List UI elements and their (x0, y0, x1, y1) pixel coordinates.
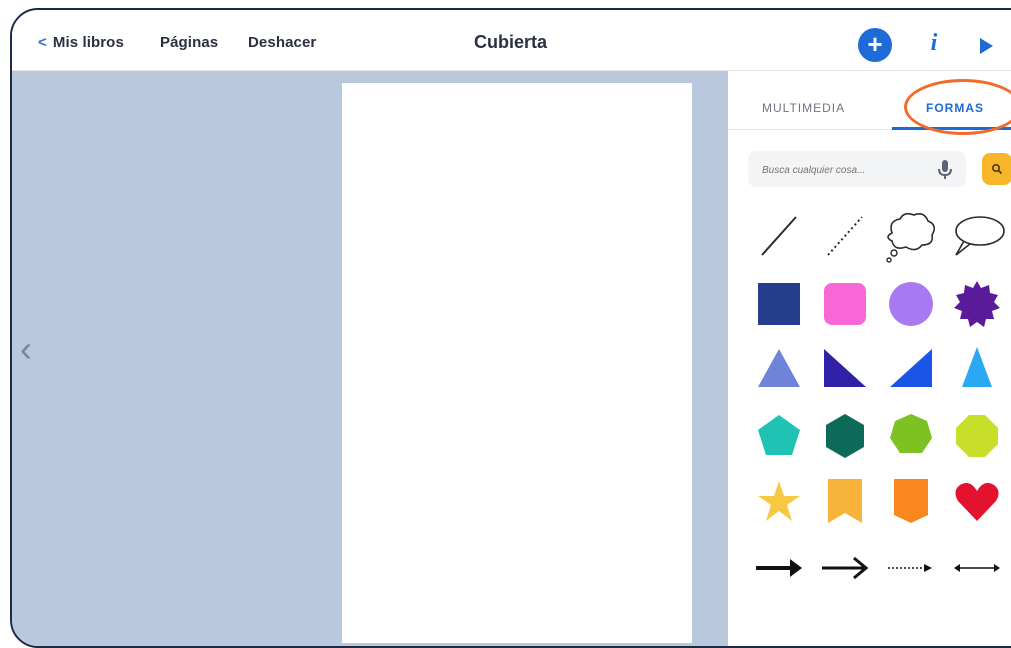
speech-bubble-shape[interactable] (946, 207, 1008, 269)
dotted-arrow-shape[interactable] (880, 537, 942, 599)
back-label: Mis libros (52, 34, 124, 51)
info-icon[interactable]: i (924, 30, 944, 60)
tab-multimedia[interactable]: MULTIMEDIA (762, 101, 845, 115)
undo-button[interactable]: Deshacer (248, 34, 316, 51)
double-arrow-shape[interactable] (946, 537, 1008, 599)
pages-button[interactable]: Páginas (160, 34, 218, 51)
star-shape[interactable] (748, 471, 810, 533)
microphone-icon[interactable] (936, 159, 954, 181)
page-canvas[interactable] (342, 83, 692, 643)
hexagon-shape[interactable] (814, 405, 876, 467)
thin-arrow-shape[interactable] (814, 537, 876, 599)
search-box (748, 151, 966, 187)
line-shape[interactable] (748, 207, 810, 269)
heart-shape[interactable] (946, 471, 1008, 533)
chevron-left-icon: < (38, 34, 47, 51)
badge-shape[interactable] (946, 273, 1008, 335)
circle-shape[interactable] (880, 273, 942, 335)
bookmark-shape[interactable] (814, 471, 876, 533)
top-bar: < Mis libros Páginas Deshacer Cubierta + … (12, 10, 1011, 71)
side-panel: MULTIMEDIA FORMAS (728, 71, 1011, 646)
search-icon (991, 163, 1003, 175)
right-triangle-shape[interactable] (814, 339, 876, 401)
tall-triangle-shape[interactable] (946, 339, 1008, 401)
play-icon[interactable] (980, 38, 993, 54)
right-triangle-shape[interactable] (880, 339, 942, 401)
heptagon-shape[interactable] (880, 405, 942, 467)
triangle-shape[interactable] (748, 339, 810, 401)
shapes-grid (748, 207, 1011, 646)
thought-bubble-shape[interactable] (880, 207, 942, 269)
square-shape[interactable] (748, 273, 810, 335)
canvas-area: ‹ (12, 71, 728, 646)
plus-icon[interactable]: + (858, 28, 892, 62)
page-title: Cubierta (474, 32, 548, 52)
chevron-left-icon[interactable]: ‹ (20, 329, 44, 369)
search-button[interactable] (982, 153, 1011, 185)
banner-shape[interactable] (880, 471, 942, 533)
app-frame: < Mis libros Páginas Deshacer Cubierta + … (10, 8, 1011, 648)
dotted-line-shape[interactable] (814, 207, 876, 269)
back-link[interactable]: < Mis libros (38, 34, 124, 51)
search-input[interactable] (760, 160, 914, 180)
pentagon-shape[interactable] (748, 405, 810, 467)
bold-arrow-shape[interactable] (748, 537, 810, 599)
rounded-square-shape[interactable] (814, 273, 876, 335)
octagon-shape[interactable] (946, 405, 1008, 467)
highlight-circle (904, 79, 1011, 135)
